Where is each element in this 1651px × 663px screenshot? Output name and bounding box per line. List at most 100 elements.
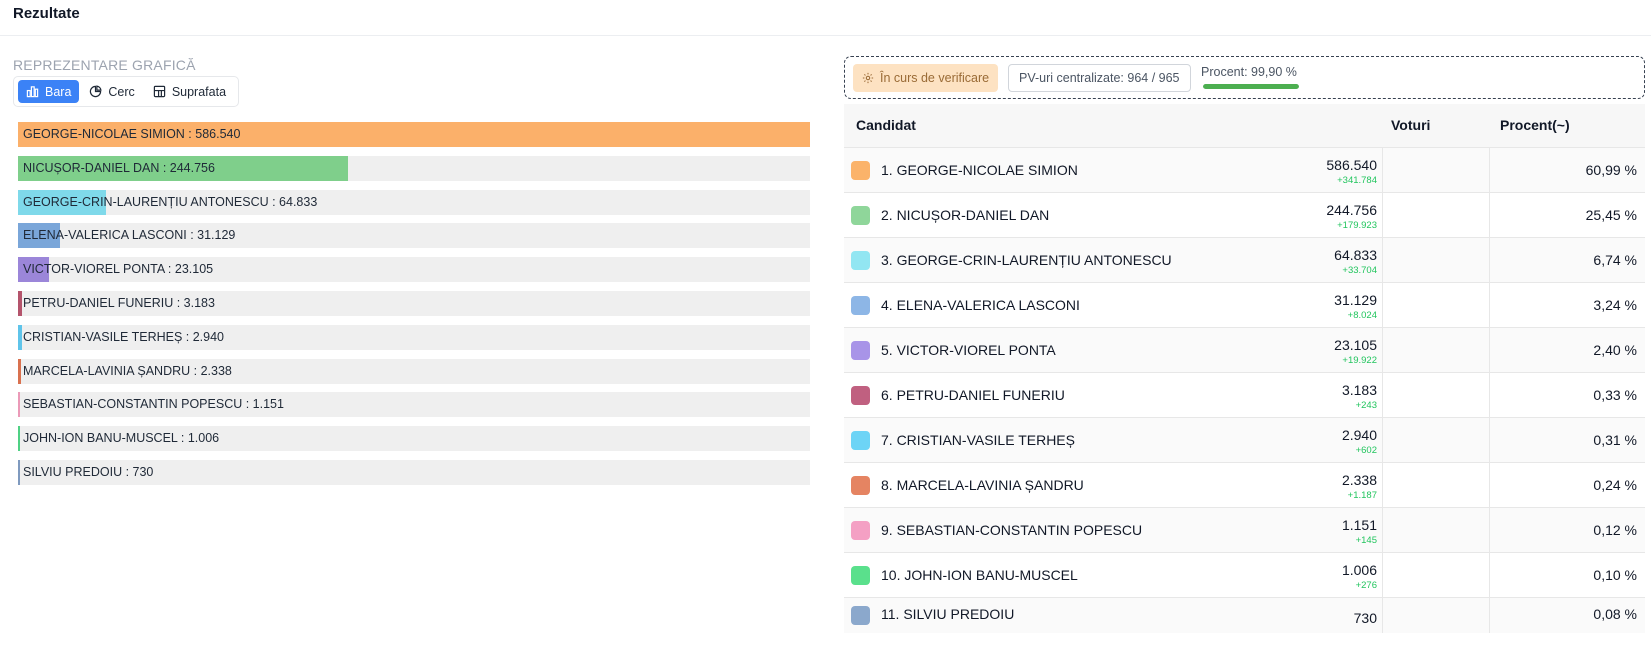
bar xyxy=(18,358,21,384)
column-divider xyxy=(1489,463,1490,507)
table-row[interactable]: 11. SILVIU PREDOIU 730 0,08 % xyxy=(844,597,1645,633)
bar-row[interactable]: CRISTIAN-VASILE TERHEȘ : 2.940 xyxy=(18,324,810,350)
chart-type-pie-label: Cerc xyxy=(108,84,135,99)
table-row[interactable]: 8. MARCELA-LAVINIA ȘANDRU 2.338 +1.187 0,24… xyxy=(844,462,1645,507)
candidate-votes: 244.756 xyxy=(1326,202,1377,218)
table-row[interactable]: 5. VICTOR-VIOREL PONTA 23.105 +19.922 2,40 … xyxy=(844,327,1645,372)
candidate-votes-delta: +145 xyxy=(1355,535,1377,546)
candidate-color-swatch xyxy=(851,296,870,315)
candidate-color-swatch xyxy=(851,521,870,540)
column-divider xyxy=(1382,418,1383,462)
status-bar: În curs de verificare PV-uri centralizat… xyxy=(844,56,1645,99)
candidate-votes-delta: +179.923 xyxy=(1337,220,1377,231)
candidate-votes: 64.833 xyxy=(1334,247,1377,263)
chart-panel: REPREZENTARE GRAFICĂ Bara Cerc Suprafata… xyxy=(13,56,810,656)
column-divider xyxy=(1489,283,1490,327)
bar-label: GEORGE-CRIN-LAURENȚIU ANTONESCU : 64.833 xyxy=(23,194,318,209)
table-row[interactable]: 1. GEORGE-NICOLAE SIMION 586.540 +341.784 6… xyxy=(844,147,1645,192)
candidate-color-swatch xyxy=(851,566,870,585)
bar-row[interactable]: GEORGE-CRIN-LAURENȚIU ANTONESCU : 64.833 xyxy=(18,189,810,215)
candidate-votes-delta: +19.922 xyxy=(1342,355,1377,366)
column-divider xyxy=(1489,238,1490,282)
pv-count-badge: PV-uri centralizate: 964 / 965 xyxy=(1008,64,1191,92)
percent-progress-fill xyxy=(1203,84,1299,89)
bar-row[interactable]: JOHN-ION BANU-MUSCEL : 1.006 xyxy=(18,426,810,452)
candidate-percent: 0,12 % xyxy=(1593,522,1637,538)
chart-section-label: REPREZENTARE GRAFICĂ xyxy=(13,57,196,73)
candidate-name: 10. JOHN-ION BANU-MUSCEL xyxy=(881,567,1078,583)
results-table: Candidat Voturi Procent(~) 1. GEORGE-NIC… xyxy=(844,104,1645,633)
bar-row[interactable]: GEORGE-NICOLAE SIMION : 586.540 xyxy=(18,122,810,147)
candidate-votes-delta: +243 xyxy=(1355,400,1377,411)
percent-label: Procent: 99,90 % xyxy=(1201,65,1297,79)
candidate-color-swatch xyxy=(851,341,870,360)
bar-label: JOHN-ION BANU-MUSCEL : 1.006 xyxy=(23,431,220,446)
pv-count-label: PV-uri centralizate: 964 / 965 xyxy=(1019,71,1180,85)
bar-label: VICTOR-VIOREL PONTA : 23.105 xyxy=(23,262,214,277)
chart-type-area-button[interactable]: Suprafata xyxy=(145,80,234,103)
bar-row[interactable]: SILVIU PREDOIU : 730 xyxy=(18,459,810,485)
candidate-color-swatch xyxy=(851,476,870,495)
table-row[interactable]: 2. NICUȘOR-DANIEL DAN 244.756 +179.923 25,4… xyxy=(844,192,1645,237)
column-divider xyxy=(1489,148,1490,192)
candidate-percent: 60,99 % xyxy=(1585,162,1637,178)
chart-type-area-label: Suprafata xyxy=(171,84,227,99)
candidate-name: 6. PETRU-DANIEL FUNERIU xyxy=(881,387,1065,403)
percent-progress-bar xyxy=(1203,84,1299,89)
header-votes: Voturi xyxy=(1391,117,1431,133)
bar-label: PETRU-DANIEL FUNERIU : 3.183 xyxy=(23,295,215,310)
table-row[interactable]: 9. SEBASTIAN-CONSTANTIN POPESCU 1.151 +145… xyxy=(844,507,1645,552)
column-divider xyxy=(1382,463,1383,507)
table-row[interactable]: 4. ELENA-VALERICA LASCONI 31.129 +8.024 3,2… xyxy=(844,282,1645,327)
candidate-percent: 0,08 % xyxy=(1593,606,1637,622)
bar-label: SILVIU PREDOIU : 730 xyxy=(23,464,154,479)
candidate-votes: 1.151 xyxy=(1341,517,1377,533)
column-divider xyxy=(1489,328,1490,372)
table-row[interactable]: 10. JOHN-ION BANU-MUSCEL 1.006 +276 0,10 % xyxy=(844,552,1645,597)
table-header: Candidat Voturi Procent(~) xyxy=(844,104,1645,147)
header-percent: Procent(~) xyxy=(1500,117,1570,133)
bar-chart: GEORGE-NICOLAE SIMION : 586.540 NICUȘOR-D… xyxy=(18,122,810,494)
chart-type-bar-button[interactable]: Bara xyxy=(18,80,80,103)
table-row[interactable]: 3. GEORGE-CRIN-LAURENȚIU ANTONESCU 64.833… xyxy=(844,237,1645,282)
candidate-votes-delta: +8.024 xyxy=(1347,310,1377,321)
candidate-percent: 2,40 % xyxy=(1593,342,1637,358)
table-row[interactable]: 7. CRISTIAN-VASILE TERHEȘ 2.940 +602 0,31 % xyxy=(844,417,1645,462)
candidate-votes: 23.105 xyxy=(1334,337,1377,353)
bar xyxy=(18,426,20,452)
bar-label: NICUȘOR-DANIEL DAN : 244.756 xyxy=(23,160,215,175)
candidate-votes: 2.940 xyxy=(1341,427,1377,443)
candidate-votes: 31.129 xyxy=(1334,292,1377,308)
gear-icon xyxy=(862,72,874,84)
candidate-name: 4. ELENA-VALERICA LASCONI xyxy=(881,297,1080,313)
candidate-votes-delta: +602 xyxy=(1355,445,1377,456)
bar-row[interactable]: NICUȘOR-DANIEL DAN : 244.756 xyxy=(18,155,810,181)
bar-row[interactable]: MARCELA-LAVINIA ȘANDRU : 2.338 xyxy=(18,358,810,384)
column-divider xyxy=(1489,373,1490,417)
bar-row[interactable]: PETRU-DANIEL FUNERIU : 3.183 xyxy=(18,290,810,316)
bar xyxy=(18,459,20,485)
column-divider xyxy=(1382,283,1383,327)
candidate-color-swatch xyxy=(851,206,870,225)
table-body: 1. GEORGE-NICOLAE SIMION 586.540 +341.784 6… xyxy=(844,147,1645,633)
bar-label: SEBASTIAN-CONSTANTIN POPESCU : 1.151 xyxy=(23,397,284,412)
chart-type-pie-button[interactable]: Cerc xyxy=(81,80,142,103)
verification-badge: În curs de verificare xyxy=(853,64,999,92)
candidate-name: 11. SILVIU PREDOIU xyxy=(881,606,1015,622)
bar-row[interactable]: ELENA-VALERICA LASCONI : 31.129 xyxy=(18,223,810,249)
bar-chart-icon xyxy=(26,86,39,98)
header-candidate: Candidat xyxy=(856,117,916,133)
candidate-percent: 25,45 % xyxy=(1585,207,1637,223)
column-divider xyxy=(1489,553,1490,597)
chart-type-switch: Bara Cerc Suprafata xyxy=(13,76,240,107)
candidate-percent: 0,10 % xyxy=(1593,567,1637,583)
candidate-percent: 6,74 % xyxy=(1593,252,1637,268)
bar-label: MARCELA-LAVINIA ȘANDRU : 2.338 xyxy=(23,363,232,378)
candidate-name: 7. CRISTIAN-VASILE TERHEȘ xyxy=(881,432,1075,448)
column-divider xyxy=(1382,328,1383,372)
bar-row[interactable]: SEBASTIAN-CONSTANTIN POPESCU : 1.151 xyxy=(18,392,810,418)
bar-row[interactable]: VICTOR-VIOREL PONTA : 23.105 xyxy=(18,257,810,283)
column-divider xyxy=(1489,418,1490,462)
table-row[interactable]: 6. PETRU-DANIEL FUNERIU 3.183 +243 0,33 % xyxy=(844,372,1645,417)
candidate-name: 5. VICTOR-VIOREL PONTA xyxy=(881,342,1056,358)
